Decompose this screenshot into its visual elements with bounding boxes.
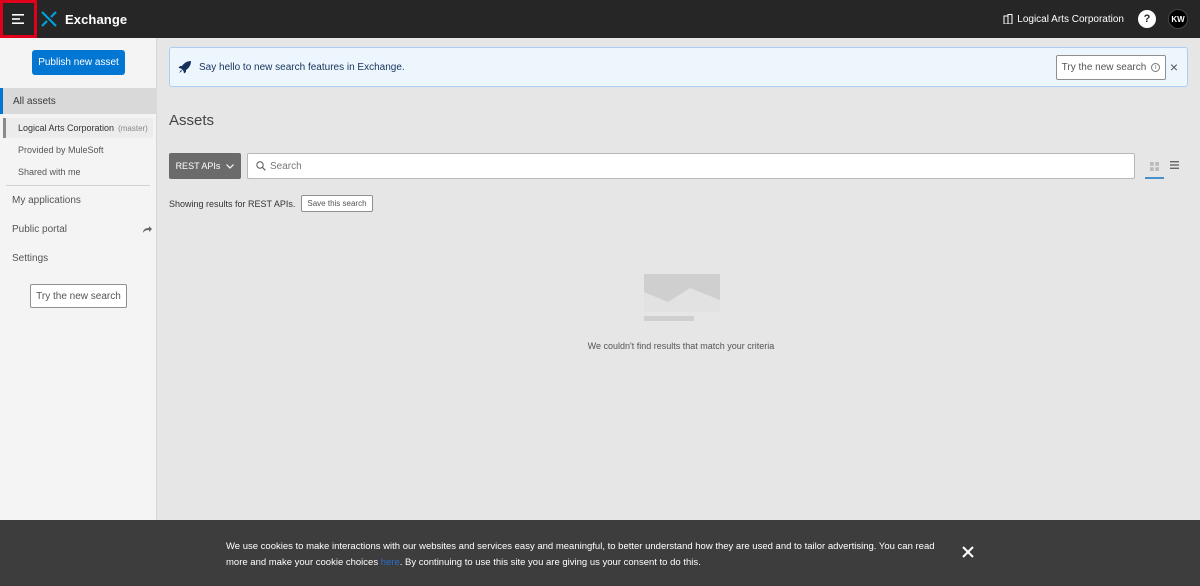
sidebar-item-label: Logical Arts Corporation — [18, 123, 115, 133]
grid-view-icon — [1150, 161, 1159, 171]
list-view-toggle[interactable] — [1168, 155, 1180, 175]
top-bar: Exchange Logical Arts Corporation ? KW — [0, 0, 1200, 38]
chevron-down-icon — [226, 163, 235, 169]
brand[interactable]: Exchange — [41, 11, 127, 27]
app-name: Exchange — [65, 11, 128, 27]
cookie-close-icon[interactable] — [960, 544, 976, 560]
cookie-choices-link[interactable]: here — [381, 557, 400, 568]
help-button[interactable]: ? — [1138, 10, 1156, 28]
master-tag: (master) — [118, 123, 148, 133]
sidebar-divider — [6, 185, 150, 186]
sidebar-item-settings[interactable]: Settings — [12, 250, 152, 266]
hamburger-menu-button[interactable] — [0, 0, 37, 38]
sidebar-item-shared-with-me[interactable]: Shared with me — [3, 162, 153, 182]
cookie-text-end: . By continuing to use this site you are… — [399, 557, 701, 568]
sidebar-item-logical-arts[interactable]: Logical Arts Corporation (master) — [3, 118, 153, 138]
sidebar-item-all-assets[interactable]: All assets — [0, 88, 157, 114]
exchange-logo-icon — [41, 11, 57, 27]
banner-try-new-search-button[interactable]: Try the new search i — [1056, 55, 1166, 80]
user-avatar[interactable]: KW — [1168, 9, 1188, 29]
banner-message: Say hello to new search features in Exch… — [199, 61, 405, 73]
publish-new-asset-button[interactable]: Publish new asset — [32, 50, 125, 75]
cookie-message: We use cookies to make interactions with… — [226, 539, 946, 571]
search-input[interactable] — [270, 160, 1110, 172]
asset-type-dropdown[interactable]: REST APIs — [169, 153, 241, 179]
empty-state-image-icon — [644, 274, 720, 321]
rocket-icon — [178, 61, 191, 74]
search-box — [247, 153, 1135, 179]
sidebar: Publish new asset All assets Logical Art… — [0, 38, 157, 586]
org-switcher[interactable]: Logical Arts Corporation — [1003, 14, 1124, 25]
list-view-icon — [1169, 161, 1179, 169]
banner-close-icon[interactable]: × — [1167, 60, 1181, 74]
banner-try-label: Try the new search — [1061, 62, 1147, 73]
results-summary: Showing results for REST APIs. Save this… — [169, 195, 373, 212]
page-title: Assets — [169, 112, 215, 129]
sidebar-item-label: Shared with me — [18, 167, 81, 177]
try-new-search-button[interactable]: Try the new search — [30, 284, 127, 308]
sidebar-item-provided-by-mulesoft[interactable]: Provided by MuleSoft — [3, 140, 153, 160]
empty-state-message: We couldn't find results that match your… — [587, 341, 775, 351]
sidebar-item-label: Settings — [12, 252, 49, 264]
grid-view-toggle[interactable] — [1145, 155, 1164, 179]
save-search-button[interactable]: Save this search — [301, 195, 373, 212]
sidebar-item-label: My applications — [12, 194, 81, 206]
info-icon: i — [1151, 63, 1161, 72]
org-name: Logical Arts Corporation — [1017, 13, 1124, 25]
sidebar-item-label: Public portal — [12, 223, 68, 235]
asset-type-value: REST APIs — [175, 161, 221, 171]
results-text: Showing results for REST APIs. — [169, 198, 296, 209]
search-icon — [256, 161, 266, 171]
cookie-banner: We use cookies to make interactions with… — [0, 520, 1200, 586]
sidebar-item-my-applications[interactable]: My applications — [12, 192, 152, 208]
share-arrow-icon — [143, 225, 152, 233]
new-search-banner: Say hello to new search features in Exch… — [169, 47, 1188, 87]
sidebar-item-public-portal[interactable]: Public portal — [12, 221, 152, 237]
sidebar-item-label: Provided by MuleSoft — [18, 145, 104, 155]
building-icon — [1003, 14, 1013, 24]
hamburger-menu-icon — [11, 14, 24, 24]
